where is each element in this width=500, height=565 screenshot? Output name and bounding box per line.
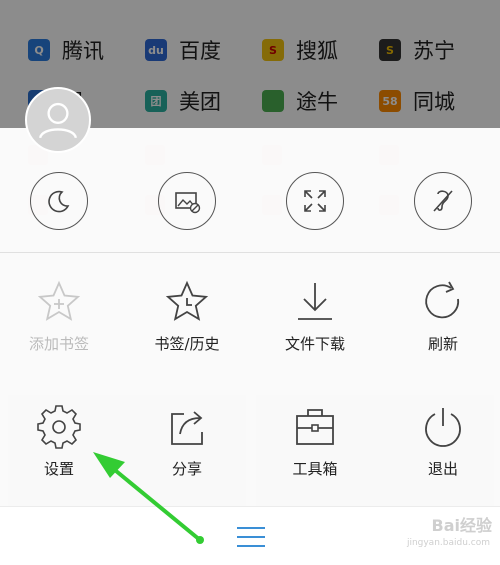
refresh-button[interactable]: 刷新 — [393, 277, 493, 354]
bookmark-history-icon — [162, 277, 212, 327]
power-icon — [418, 402, 468, 452]
exit-label: 退出 — [427, 460, 458, 478]
fullscreen-toggle[interactable] — [286, 172, 344, 230]
night-mode-toggle[interactable] — [30, 172, 88, 230]
bottom-toolbar — [0, 506, 500, 565]
download-button[interactable]: 文件下载 — [265, 277, 365, 354]
share-label: 分享 — [171, 460, 202, 478]
user-icon — [38, 102, 78, 139]
hamburger-line — [237, 536, 265, 538]
share-icon — [162, 402, 212, 452]
add-bookmark-label: 添加书签 — [28, 335, 89, 353]
toolbox-label: 工具箱 — [292, 460, 338, 478]
user-avatar[interactable] — [25, 87, 91, 153]
refresh-icon — [418, 277, 468, 327]
add-bookmark-button[interactable]: 添加书签 — [9, 277, 109, 354]
fullscreen-icon — [304, 190, 326, 212]
menu-toggle-button[interactable] — [237, 527, 265, 551]
no-image-toggle[interactable] — [158, 172, 216, 230]
bookmark-history-button[interactable]: 书签/历史 — [137, 277, 237, 354]
refresh-label: 刷新 — [427, 335, 458, 353]
toolbox-button[interactable]: 工具箱 — [265, 402, 365, 479]
incognito-toggle[interactable] — [414, 172, 472, 230]
toolbox-icon — [290, 402, 340, 452]
share-button[interactable]: 分享 — [137, 402, 237, 479]
incognito-icon — [433, 190, 453, 212]
baidu-jingyan-watermark: Bai经验 — [431, 516, 492, 535]
exit-button[interactable]: 退出 — [393, 402, 493, 479]
download-label: 文件下载 — [284, 335, 345, 353]
settings-label: 设置 — [43, 460, 74, 478]
settings-button[interactable]: 设置 — [9, 402, 109, 479]
no-image-icon — [175, 192, 201, 214]
download-icon — [290, 277, 340, 327]
hamburger-line — [237, 545, 265, 547]
bookmark-history-label: 书签/历史 — [154, 335, 220, 353]
watermark-url: jingyan.baidu.com — [406, 538, 490, 548]
settings-icon — [34, 402, 84, 452]
menu-divider — [0, 252, 500, 253]
add-bookmark-icon — [34, 277, 84, 327]
night-mode-icon — [48, 190, 70, 213]
hamburger-line — [237, 527, 265, 529]
